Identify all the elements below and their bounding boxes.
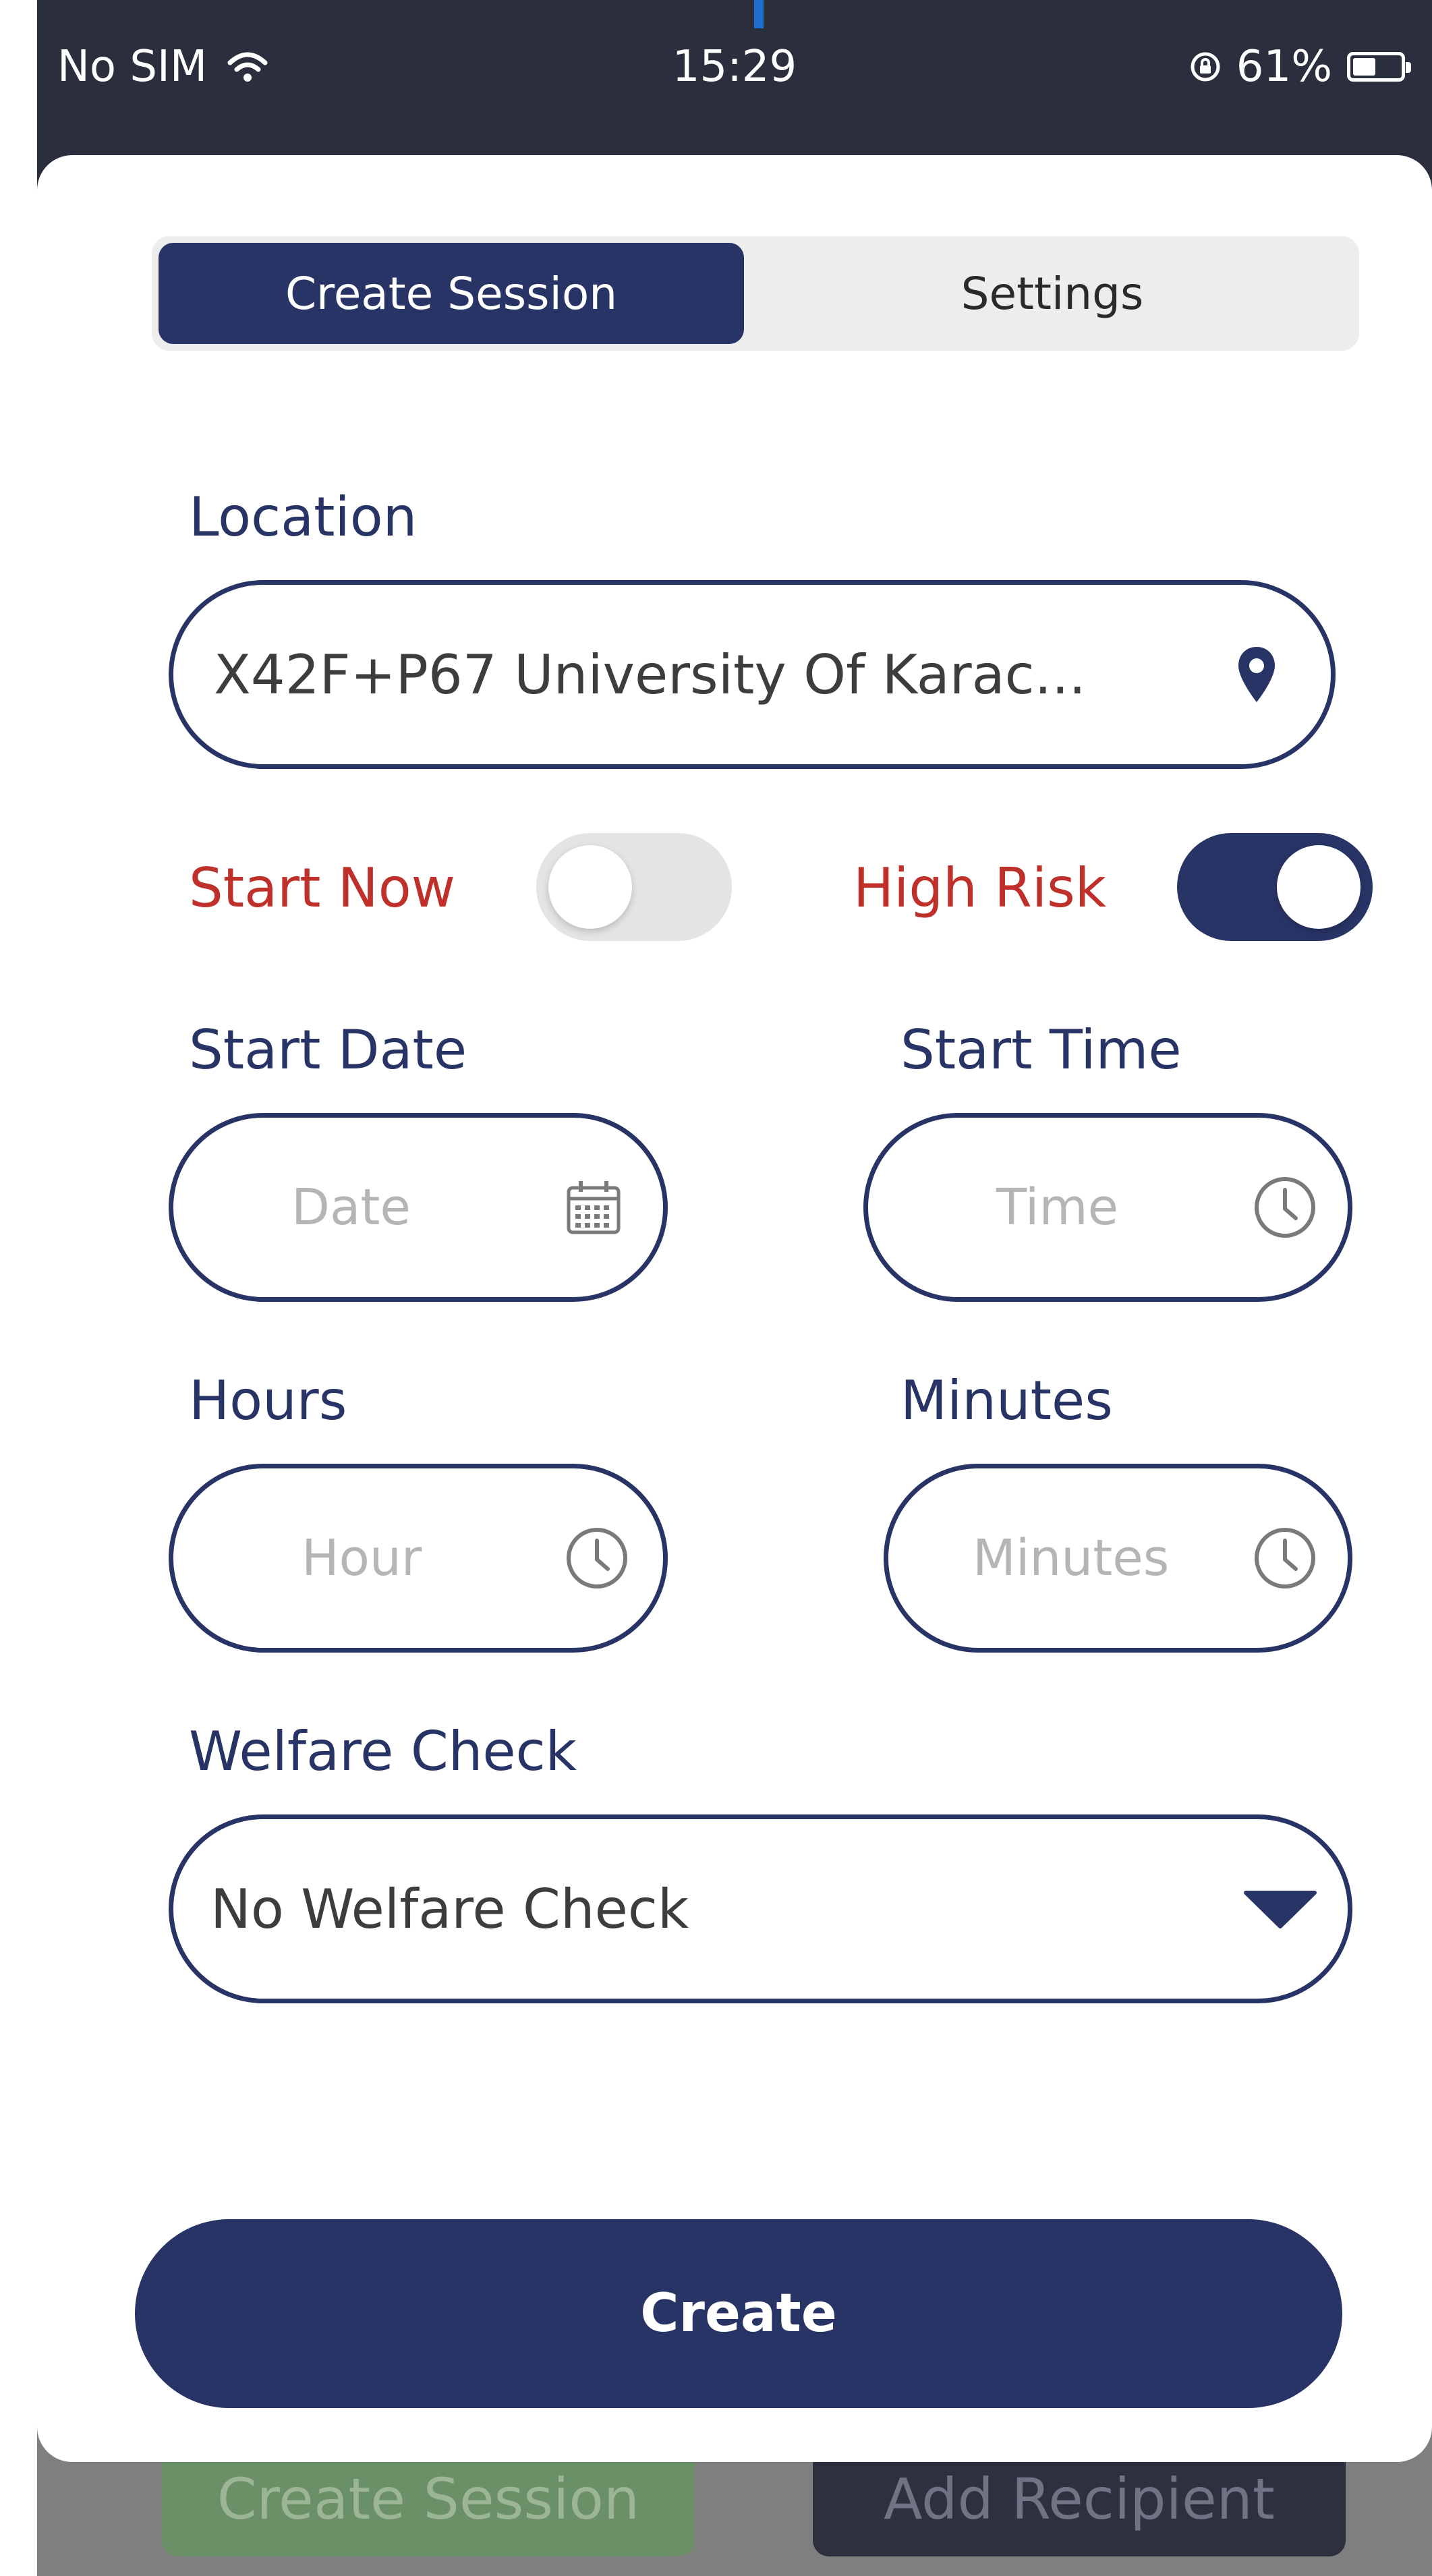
location-value: X42F+P67 University Of Karac... [214,643,1086,706]
clock-time: 15:29 [672,42,797,92]
hours-placeholder: Hour [302,1529,422,1587]
battery-percent: 61% [1236,42,1332,92]
location-pin-icon[interactable] [1236,585,1277,764]
battery-icon [1347,52,1411,82]
minutes-field[interactable]: Minutes [884,1464,1352,1653]
start-time-label: Start Time [900,1019,1182,1081]
start-date-field[interactable]: Date [169,1113,668,1302]
high-risk-label: High Risk [853,857,1107,919]
tab-settings[interactable]: Settings [752,243,1352,344]
dropdown-arrow-icon[interactable] [1243,1819,1317,1999]
start-time-field[interactable]: Time [863,1113,1352,1302]
start-now-label: Start Now [189,857,456,919]
welfare-check-label: Welfare Check [189,1720,577,1783]
start-now-toggle[interactable] [536,833,732,941]
lock-rotation-icon [1189,51,1222,83]
hours-field[interactable]: Hour [169,1464,668,1653]
segmented-control: Create Session Settings [152,236,1359,351]
tab-create-session[interactable]: Create Session [159,243,744,344]
high-risk-toggle[interactable] [1177,833,1373,941]
minutes-placeholder: Minutes [973,1529,1170,1587]
hours-label: Hours [189,1369,347,1432]
clock-icon [1253,1468,1317,1648]
battery-fill [1353,58,1376,76]
minutes-label: Minutes [900,1369,1113,1432]
high-risk-toggle-knob [1277,845,1361,929]
create-button[interactable]: Create [135,2219,1342,2408]
top-indicator [754,0,764,28]
clock-icon [1253,1118,1317,1297]
create-session-modal: Create Session Settings Location X42F+P6… [37,155,1432,2462]
clock-icon [565,1468,629,1648]
status-bar: No SIM 15:29 61% [37,28,1432,109]
start-now-toggle-knob [548,845,632,929]
welfare-check-select[interactable]: No Welfare Check [169,1814,1352,2003]
calendar-icon [565,1118,623,1297]
start-date-label: Start Date [189,1019,467,1081]
location-field[interactable]: X42F+P67 University Of Karac... [169,580,1336,769]
location-label: Location [189,486,418,548]
start-date-placeholder: Date [291,1178,411,1236]
welfare-check-value: No Welfare Check [210,1877,689,1941]
start-time-placeholder: Time [996,1178,1119,1236]
